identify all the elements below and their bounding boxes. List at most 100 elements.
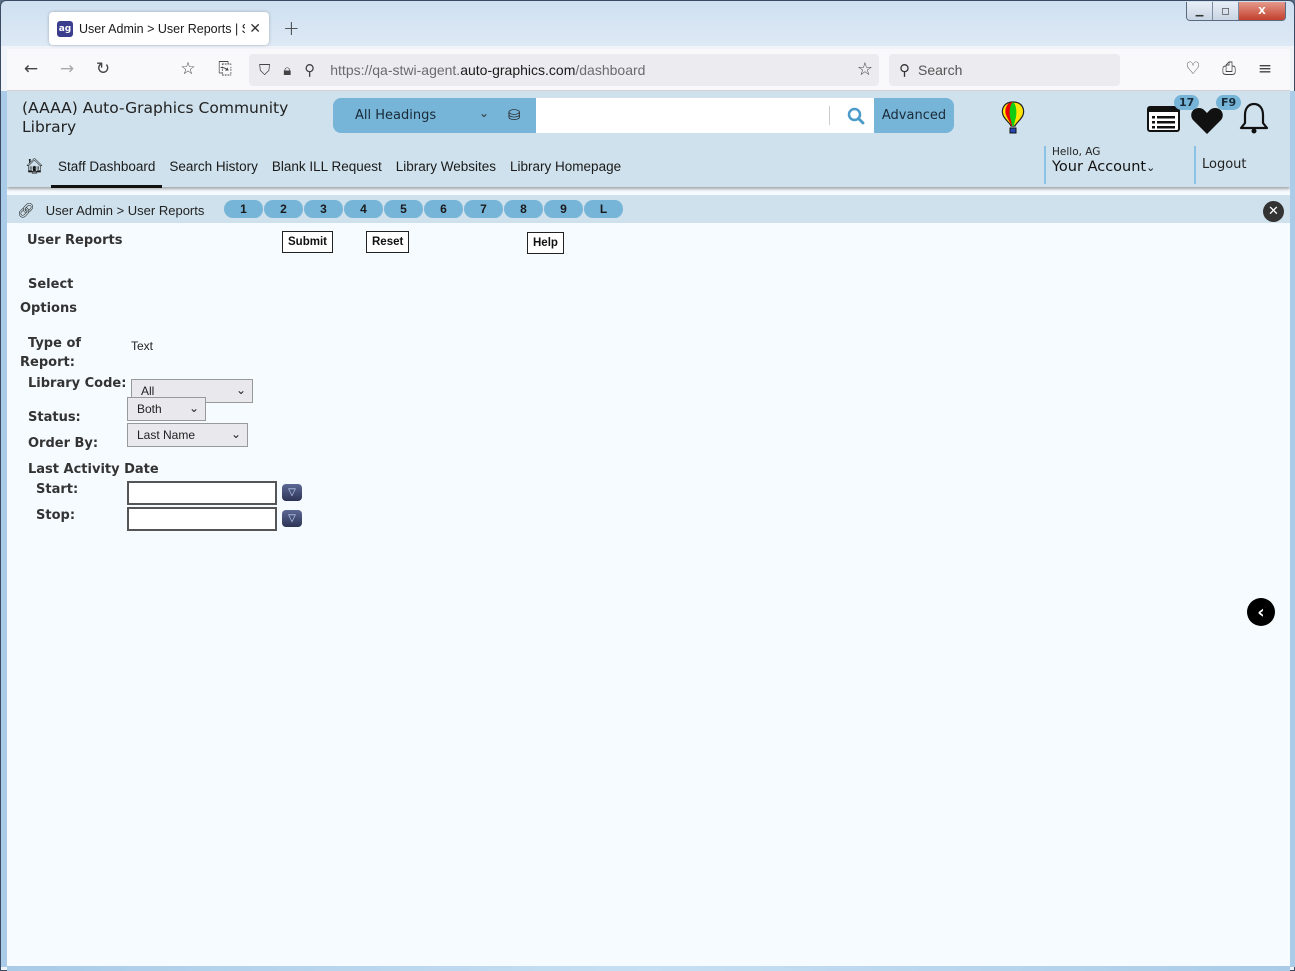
window-border-right: [1290, 91, 1295, 967]
help-button[interactable]: Help: [527, 232, 564, 254]
browser-window: ▁ ◻ X ag User Admin > User Reports | STW…: [0, 0, 1295, 971]
start-date-input[interactable]: [127, 481, 277, 505]
home-icon[interactable]: 🏠︎: [25, 157, 44, 175]
search-button[interactable]: [838, 98, 874, 133]
chevron-down-icon: ⌄: [1146, 161, 1156, 174]
search-input[interactable]: [536, 98, 874, 133]
quick-tabs: 1 2 3 4 5 6 7 8 9 L: [224, 200, 624, 218]
back-icon[interactable]: ←: [20, 59, 42, 79]
greeting: Hello, AG: [1052, 146, 1101, 158]
quick-tab-4[interactable]: 4: [344, 200, 384, 218]
share-icon[interactable]: ⎘: [214, 59, 236, 79]
heart-icon[interactable]: [1190, 107, 1224, 135]
page-title: User Reports: [27, 233, 123, 248]
divider: [829, 106, 830, 125]
nav-search-history[interactable]: Search History: [169, 159, 258, 174]
chevron-down-icon: ⌄: [188, 401, 199, 415]
quick-tab-2[interactable]: 2: [264, 200, 304, 218]
lock-icon[interactable]: 🔒︎: [283, 61, 291, 79]
submit-button[interactable]: Submit: [282, 231, 333, 253]
pocket-icon[interactable]: ♡: [1182, 59, 1204, 79]
select-options-heading: Select: [28, 277, 74, 292]
stop-date-input[interactable]: [127, 507, 277, 531]
permissions-icon[interactable]: ⚲: [304, 61, 315, 79]
page-content: (AAAA) Auto-Graphics Community Library A…: [7, 91, 1290, 966]
maximize-button[interactable]: ◻: [1213, 2, 1239, 20]
notification-bell-icon[interactable]: [1238, 102, 1270, 134]
reload-icon[interactable]: ↻: [92, 59, 114, 79]
nav-library-homepage[interactable]: Library Homepage: [510, 159, 621, 174]
last-activity-date-label: Last Activity Date: [28, 462, 159, 477]
advanced-search-button[interactable]: Advanced: [874, 98, 954, 133]
browser-toolbar: ← → ↻ ☆ ⎘ ⛉ 🔒︎ ⚲ https://qa-stwi-agent.a…: [7, 49, 1290, 91]
url-text[interactable]: https://qa-stwi-agent.auto-graphics.com/…: [330, 62, 645, 78]
tab-title: User Admin > User Reports | STWI: [79, 21, 245, 36]
chevron-left-icon[interactable]: ‹: [1247, 598, 1275, 626]
search-icon: ⚲: [899, 62, 910, 79]
balloon-icon[interactable]: [1000, 101, 1026, 135]
bookmark-tab-icon[interactable]: ☆: [177, 59, 199, 79]
quick-tab-3[interactable]: 3: [304, 200, 344, 218]
nav-staff-dashboard[interactable]: Staff Dashboard: [51, 159, 163, 188]
order-by-select[interactable]: Last Name ⌄: [127, 423, 248, 447]
window-border-bottom: [7, 966, 1290, 971]
quick-tab-5[interactable]: 5: [384, 200, 424, 218]
breadcrumb-text: User Admin > User Reports: [45, 203, 205, 218]
close-window-button[interactable]: X: [1239, 2, 1285, 20]
status-label: Status:: [28, 410, 81, 425]
print-icon[interactable]: ⎙: [1218, 59, 1240, 79]
quick-tab-6[interactable]: 6: [424, 200, 464, 218]
type-of-report-label-2: Report:: [20, 355, 75, 370]
stop-label: Stop:: [36, 508, 76, 523]
breadcrumb: 🔗︎ User Admin > User Reports: [17, 202, 204, 219]
browser-tab[interactable]: ag User Admin > User Reports | STWI ✕: [49, 12, 269, 45]
order-by-value: Last Name: [137, 428, 196, 442]
logout-link[interactable]: Logout: [1194, 146, 1247, 184]
quick-tab-9[interactable]: 9: [544, 200, 584, 218]
your-account-label[interactable]: Your Account: [1052, 159, 1146, 175]
list-icon[interactable]: [1147, 105, 1181, 133]
search-placeholder: Search: [918, 62, 963, 78]
quick-tab-1[interactable]: 1: [224, 200, 264, 218]
link-icon: 🔗︎: [17, 202, 35, 218]
calendar-dropdown-icon[interactable]: ▽: [282, 484, 302, 501]
forward-icon[interactable]: →: [56, 59, 78, 79]
status-select[interactable]: Both ⌄: [127, 397, 206, 421]
database-icon[interactable]: ⛁: [508, 106, 521, 124]
close-icon[interactable]: ✕: [1263, 201, 1284, 222]
order-by-label: Order By:: [28, 436, 99, 451]
calendar-dropdown-icon[interactable]: ▽: [282, 510, 302, 527]
account-menu[interactable]: Hello, AG Your Account⌄: [1044, 146, 1155, 184]
library-code-value: All: [141, 384, 155, 398]
search-icon: [847, 107, 865, 124]
reset-button[interactable]: Reset: [366, 231, 410, 253]
type-of-report-value: Text: [131, 339, 154, 353]
type-of-report-label: Type of: [28, 336, 82, 351]
breadcrumb-bar: 🔗︎ User Admin > User Reports 1 2 3 4 5 6…: [7, 195, 1290, 223]
quick-tab-7[interactable]: 7: [464, 200, 504, 218]
new-tab-button[interactable]: +: [283, 16, 300, 40]
shield-icon[interactable]: ⛉: [259, 61, 270, 79]
chevron-down-icon: ⌄: [230, 427, 241, 441]
close-tab-icon[interactable]: ✕: [249, 21, 261, 37]
minimize-button[interactable]: ▁: [1187, 2, 1213, 20]
search-scope-select[interactable]: All Headings: [355, 108, 436, 123]
chevron-down-icon: ⌄: [235, 383, 246, 397]
browser-search[interactable]: ⚲ Search: [889, 54, 1120, 86]
quick-tab-8[interactable]: 8: [504, 200, 544, 218]
quick-tab-l[interactable]: L: [584, 200, 624, 218]
bookmark-star-icon[interactable]: ☆: [857, 59, 873, 80]
address-bar[interactable]: ⛉ 🔒︎ ⚲ https://qa-stwi-agent.auto-graphi…: [249, 54, 879, 86]
start-label: Start:: [36, 482, 79, 497]
nav-blank-ill-request[interactable]: Blank ILL Request: [272, 159, 382, 174]
select-options-heading-2: Options: [20, 301, 77, 316]
catalog-search: All Headings ⌄ ⛁ Advanced: [333, 98, 954, 133]
status-value: Both: [137, 402, 162, 416]
menu-icon[interactable]: ≡: [1254, 59, 1276, 79]
chevron-down-icon[interactable]: ⌄: [479, 106, 489, 120]
nav-library-websites[interactable]: Library Websites: [396, 159, 496, 174]
library-name: (AAAA) Auto-Graphics Community Library: [22, 99, 289, 136]
library-code-label: Library Code:: [28, 376, 127, 391]
window-controls: ▁ ◻ X: [1186, 2, 1286, 21]
ag-logo-icon: ag: [57, 20, 73, 37]
